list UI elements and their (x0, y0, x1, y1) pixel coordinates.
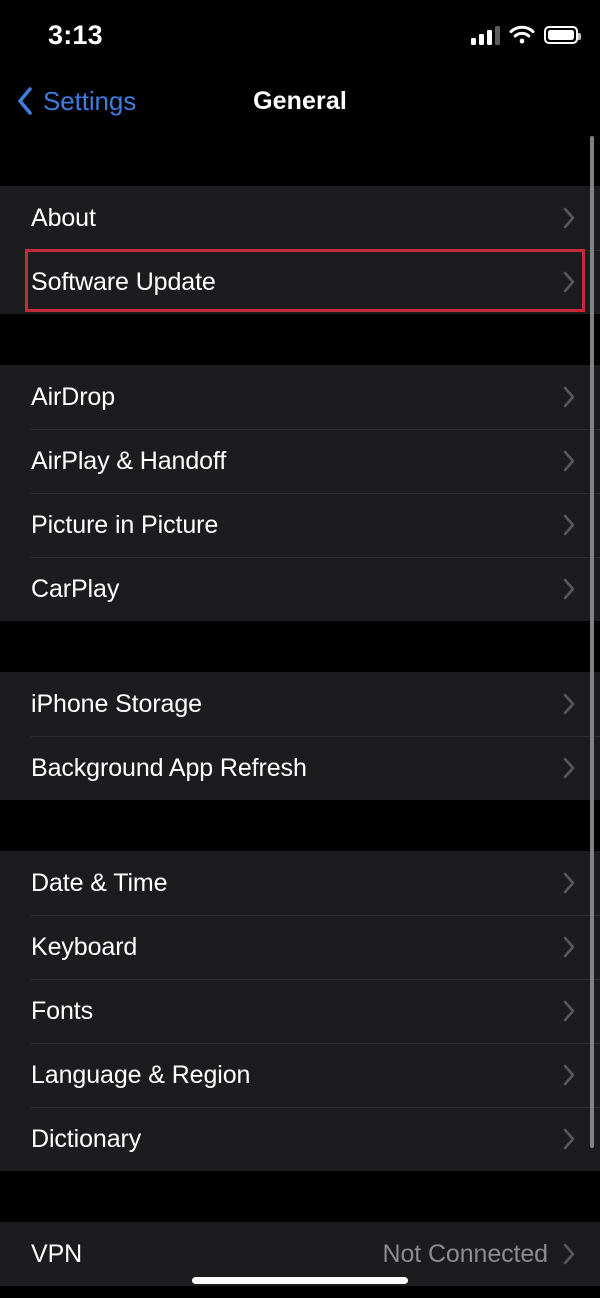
settings-list[interactable]: About Software Update AirDrop AirPlay & … (0, 134, 600, 1298)
settings-row-iphone-storage[interactable]: iPhone Storage (0, 672, 600, 736)
settings-row-about[interactable]: About (0, 186, 600, 250)
chevron-right-icon (562, 577, 582, 601)
row-label: Date & Time (31, 868, 168, 897)
list-top-spacer (0, 134, 600, 186)
settings-row-background-app-refresh[interactable]: Background App Refresh (0, 736, 600, 800)
row-label: About (31, 203, 96, 232)
settings-row-carplay[interactable]: CarPlay (0, 557, 600, 621)
settings-row-keyboard[interactable]: Keyboard (0, 915, 600, 979)
status-bar-time: 3:13 (48, 20, 103, 50)
chevron-right-icon (562, 871, 582, 895)
row-label: iPhone Storage (31, 689, 202, 718)
settings-row-language-region[interactable]: Language & Region (0, 1043, 600, 1107)
chevron-right-icon (562, 935, 582, 959)
row-label: Dictionary (31, 1124, 142, 1153)
settings-section-1: About Software Update (0, 186, 600, 314)
settings-section-2: AirDrop AirPlay & Handoff Picture in Pic… (0, 365, 600, 621)
navigation-bar: General Settings (0, 68, 600, 134)
row-label: Background App Refresh (31, 753, 307, 782)
back-button[interactable]: Settings (16, 68, 136, 134)
settings-section-3: iPhone Storage Background App Refresh (0, 672, 600, 800)
section-spacer (0, 621, 600, 672)
row-label: VPN (31, 1239, 83, 1268)
chevron-right-icon (562, 206, 582, 230)
status-bar: 3:13 (0, 0, 600, 68)
row-label: Software Update (31, 267, 216, 296)
row-label: Language & Region (31, 1060, 251, 1089)
chevron-right-icon (562, 692, 582, 716)
section-spacer (0, 800, 600, 851)
chevron-right-icon (562, 999, 582, 1023)
settings-row-fonts[interactable]: Fonts (0, 979, 600, 1043)
settings-row-airdrop[interactable]: AirDrop (0, 365, 600, 429)
vpn-status-value: Not Connected (382, 1239, 549, 1268)
chevron-right-icon (562, 1242, 582, 1266)
chevron-right-icon (562, 385, 582, 409)
row-label: AirPlay & Handoff (31, 446, 227, 475)
status-bar-indicators (471, 22, 581, 48)
chevron-right-icon (562, 1063, 582, 1087)
settings-row-dictionary[interactable]: Dictionary (0, 1107, 600, 1171)
battery-icon (544, 26, 581, 44)
row-label: Picture in Picture (31, 510, 219, 539)
chevron-right-icon (562, 513, 582, 537)
vertical-scrollbar[interactable] (590, 136, 594, 1148)
section-spacer (0, 1171, 600, 1222)
settings-row-picture-in-picture[interactable]: Picture in Picture (0, 493, 600, 557)
chevron-right-icon (562, 1127, 582, 1151)
row-label: Fonts (31, 996, 94, 1025)
row-label: CarPlay (31, 574, 120, 603)
iphone-screen: 3:13 General Settings About Software Upd… (0, 0, 600, 1298)
chevron-right-icon (562, 270, 582, 294)
home-indicator[interactable] (192, 1277, 408, 1284)
chevron-left-icon (16, 86, 34, 116)
back-button-label: Settings (43, 85, 137, 116)
settings-row-airplay-handoff[interactable]: AirPlay & Handoff (0, 429, 600, 493)
row-label: AirDrop (31, 382, 116, 411)
wifi-icon (509, 25, 535, 45)
chevron-right-icon (562, 449, 582, 473)
chevron-right-icon (562, 756, 582, 780)
settings-section-4: Date & Time Keyboard Fonts Language & Re… (0, 851, 600, 1171)
settings-row-software-update[interactable]: Software Update (0, 250, 600, 314)
row-label: Keyboard (31, 932, 138, 961)
cellular-signal-icon (471, 25, 500, 45)
settings-row-date-time[interactable]: Date & Time (0, 851, 600, 915)
section-spacer (0, 314, 600, 365)
